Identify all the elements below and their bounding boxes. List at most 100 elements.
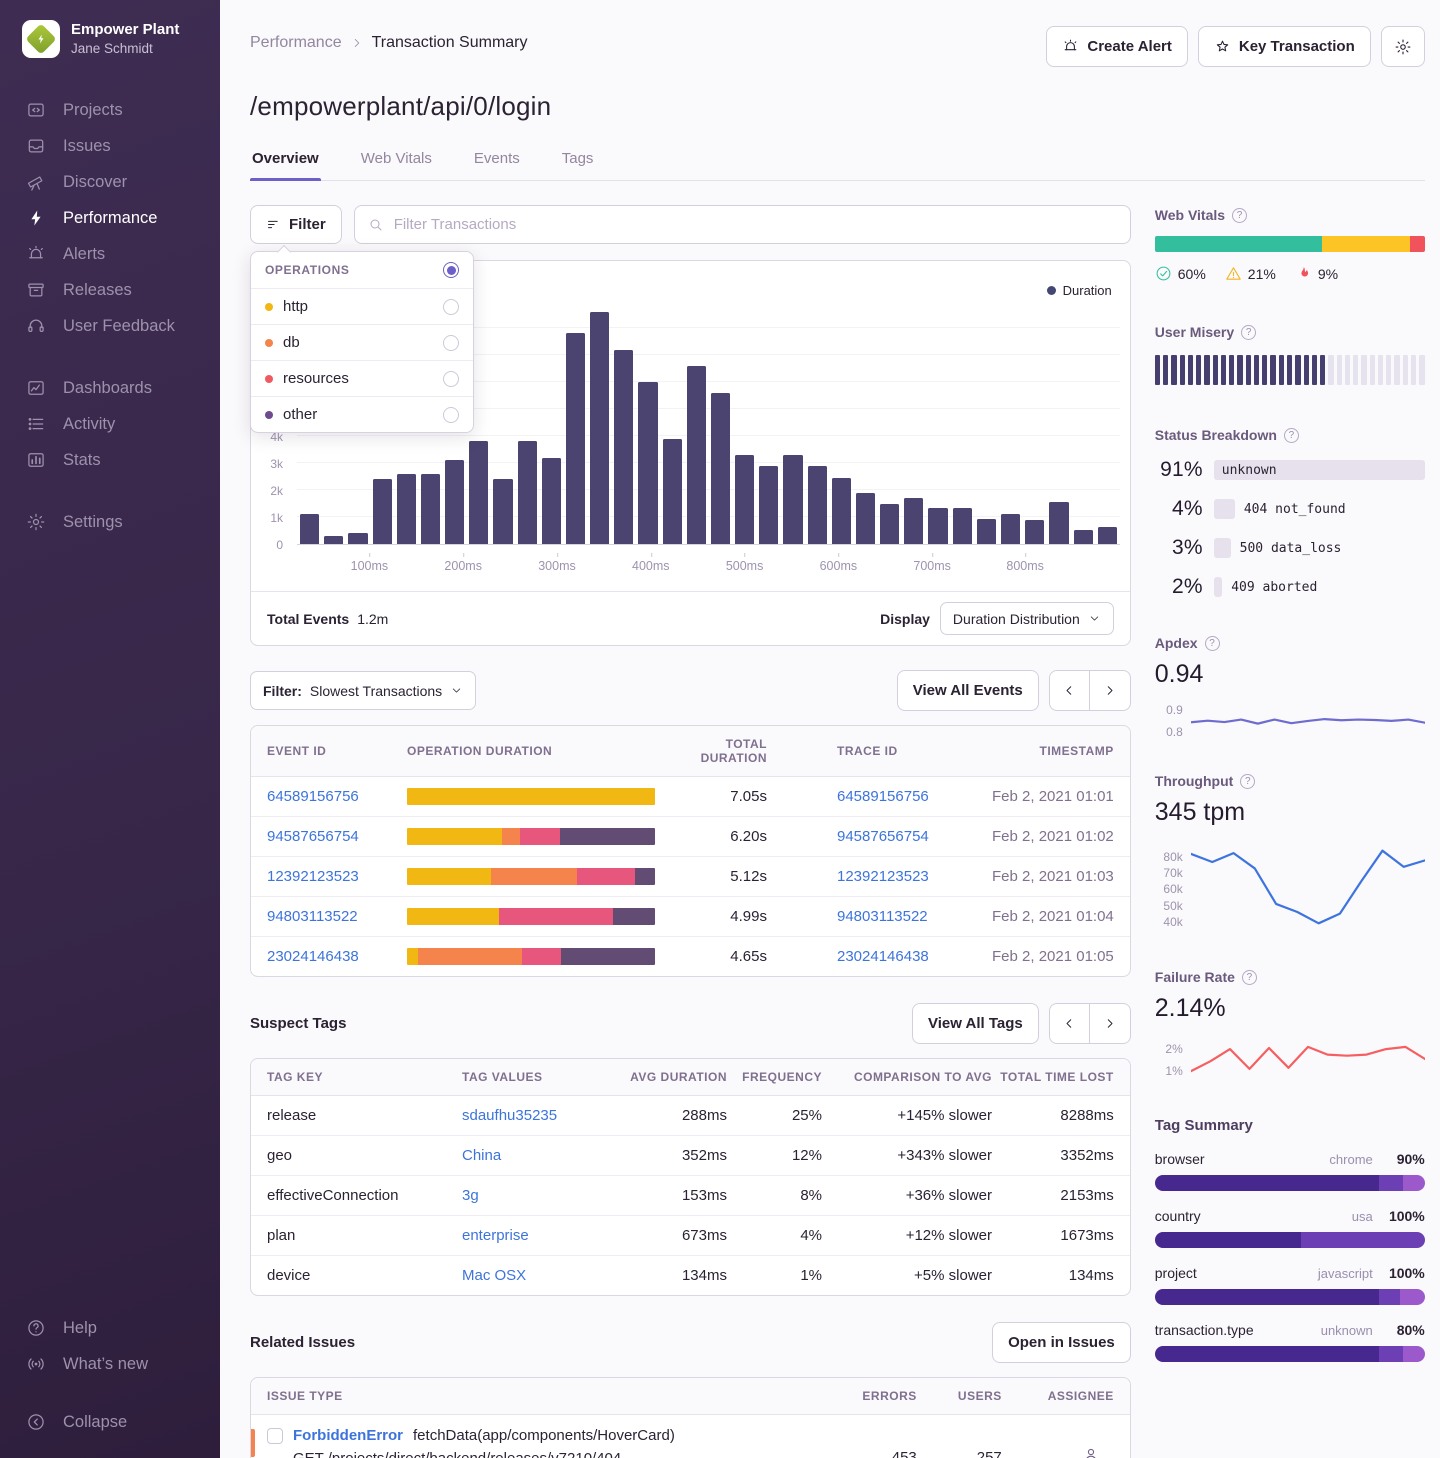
create-alert-button[interactable]: Create Alert xyxy=(1046,26,1187,67)
op-segment-resources xyxy=(520,828,560,845)
breadcrumb-performance[interactable]: Performance xyxy=(250,34,342,52)
transactions-filter-select[interactable]: Filter: Slowest Transactions xyxy=(250,671,476,710)
trace-id-link[interactable]: 64589156756 xyxy=(837,788,929,805)
org-switcher[interactable]: Empower Plant Jane Schmidt xyxy=(0,20,220,58)
tag-bar-segment xyxy=(1403,1346,1425,1362)
help-icon[interactable]: ? xyxy=(1232,208,1247,223)
event-id-link[interactable]: 64589156756 xyxy=(267,777,407,816)
tab-events[interactable]: Events xyxy=(472,150,522,180)
help-icon[interactable]: ? xyxy=(1242,970,1257,985)
misery-tick xyxy=(1419,355,1424,385)
sidebar-item-stats[interactable]: Stats xyxy=(0,442,220,478)
vitals-segment xyxy=(1155,236,1322,252)
sidebar-item-help[interactable]: Help xyxy=(0,1310,220,1346)
tag-bar-segment xyxy=(1155,1232,1301,1248)
sidebar-item-performance[interactable]: Performance xyxy=(0,200,220,236)
issue-assignee[interactable] xyxy=(1002,1446,1114,1458)
histogram-bar xyxy=(711,393,730,544)
operation-option-other[interactable]: other xyxy=(251,397,473,432)
misery-tick xyxy=(1180,355,1185,385)
histogram-bar xyxy=(1025,520,1044,544)
total-duration: 4.65s xyxy=(657,937,767,976)
operation-radio[interactable] xyxy=(443,371,459,387)
issue-checkbox[interactable] xyxy=(267,1428,283,1444)
display-select[interactable]: Duration Distribution xyxy=(940,602,1114,635)
open-in-issues-button[interactable]: Open in Issues xyxy=(992,1322,1131,1363)
tag-value-link[interactable]: enterprise xyxy=(462,1216,617,1255)
sidebar-item-label: Performance xyxy=(63,209,157,228)
issue-type-link[interactable]: ForbiddenError xyxy=(293,1427,403,1444)
frequency: 1% xyxy=(727,1256,822,1295)
sidebar: Empower Plant Jane Schmidt ProjectsIssue… xyxy=(0,0,220,1458)
help-icon[interactable]: ? xyxy=(1240,774,1255,789)
tab-overview[interactable]: Overview xyxy=(250,150,321,180)
tab-tags[interactable]: Tags xyxy=(560,150,596,180)
sidebar-item-activity[interactable]: Activity xyxy=(0,406,220,442)
sidebar-collapse-button[interactable]: Collapse xyxy=(0,1404,220,1440)
tag-summary-row: transaction.type unknown 80% xyxy=(1155,1322,1425,1362)
sidebar-item-dashboards[interactable]: Dashboards xyxy=(0,370,220,406)
op-segment-db xyxy=(502,828,519,845)
sidebar-item-issues[interactable]: Issues xyxy=(0,128,220,164)
help-icon[interactable]: ? xyxy=(1241,325,1256,340)
trace-id-link[interactable]: 23024146438 xyxy=(837,948,929,965)
sidebar-item-label: Activity xyxy=(63,415,115,434)
misery-tick xyxy=(1411,355,1416,385)
search-input[interactable] xyxy=(394,216,1117,233)
issue-row[interactable]: ForbiddenError fetchData(app/components/… xyxy=(251,1415,1130,1458)
pager-next-button[interactable] xyxy=(1090,670,1131,711)
chart-legend[interactable]: Duration xyxy=(1047,283,1112,298)
pager-prev-button[interactable] xyxy=(1049,1003,1090,1044)
alerts-icon xyxy=(26,244,46,264)
settings-gear-button[interactable] xyxy=(1381,26,1425,67)
trace-id-link[interactable]: 94587656754 xyxy=(837,828,929,845)
operation-radio[interactable] xyxy=(443,299,459,315)
tag-value-link[interactable]: Mac OSX xyxy=(462,1256,617,1295)
pager-next-button[interactable] xyxy=(1090,1003,1131,1044)
pager-prev-button[interactable] xyxy=(1049,670,1090,711)
sidebar-item-what-s-new[interactable]: What’s new xyxy=(0,1346,220,1382)
trace-id-link[interactable]: 94803113522 xyxy=(837,908,928,925)
sidebar-item-alerts[interactable]: Alerts xyxy=(0,236,220,272)
operation-option-http[interactable]: http xyxy=(251,289,473,325)
event-id-link[interactable]: 94803113522 xyxy=(267,897,407,936)
tag-value-link[interactable]: 3g xyxy=(462,1176,617,1215)
tag-value-link[interactable]: sdaufhu35235 xyxy=(462,1096,617,1135)
view-all-tags-button[interactable]: View All Tags xyxy=(912,1003,1039,1044)
search-box xyxy=(354,205,1131,244)
tab-web-vitals[interactable]: Web Vitals xyxy=(359,150,434,180)
view-all-events-button[interactable]: View All Events xyxy=(897,670,1039,711)
sidebar-item-releases[interactable]: Releases xyxy=(0,272,220,308)
trace-id-link[interactable]: 12392123523 xyxy=(837,868,929,885)
filter-button[interactable]: Filter xyxy=(250,205,342,244)
web-vitals-bar xyxy=(1155,236,1425,252)
tag-value-link[interactable]: China xyxy=(462,1136,617,1175)
misery-tick xyxy=(1370,355,1375,385)
event-id-link[interactable]: 12392123523 xyxy=(267,857,407,896)
event-id-link[interactable]: 23024146438 xyxy=(267,937,407,976)
sidebar-item-settings[interactable]: Settings xyxy=(0,504,220,540)
help-icon[interactable]: ? xyxy=(1205,636,1220,651)
operations-radio-selected[interactable] xyxy=(443,262,459,278)
operations-dropdown-header[interactable]: OPERATIONS xyxy=(251,252,473,289)
column-header: TRACE ID xyxy=(767,733,929,769)
status-percent: 4% xyxy=(1155,497,1203,521)
sidebar-item-discover[interactable]: Discover xyxy=(0,164,220,200)
sidebar-item-user-feedback[interactable]: User Feedback xyxy=(0,308,220,344)
op-segment-other xyxy=(613,908,655,925)
operation-duration-bar xyxy=(407,828,655,845)
key-transaction-button[interactable]: Key Transaction xyxy=(1198,26,1371,67)
help-icon[interactable]: ? xyxy=(1284,428,1299,443)
operation-color-dot xyxy=(265,303,273,311)
operation-option-db[interactable]: db xyxy=(251,325,473,361)
tag-summary-value: usa xyxy=(1352,1209,1373,1224)
frequency: 4% xyxy=(727,1216,822,1255)
histogram-bar xyxy=(1049,502,1068,544)
operation-option-resources[interactable]: resources xyxy=(251,361,473,397)
status-bar xyxy=(1214,577,1222,597)
event-id-link[interactable]: 94587656754 xyxy=(267,817,407,856)
operation-radio[interactable] xyxy=(443,407,459,423)
sidebar-item-projects[interactable]: Projects xyxy=(0,92,220,128)
collapse-icon xyxy=(26,1412,46,1432)
operation-radio[interactable] xyxy=(443,335,459,351)
